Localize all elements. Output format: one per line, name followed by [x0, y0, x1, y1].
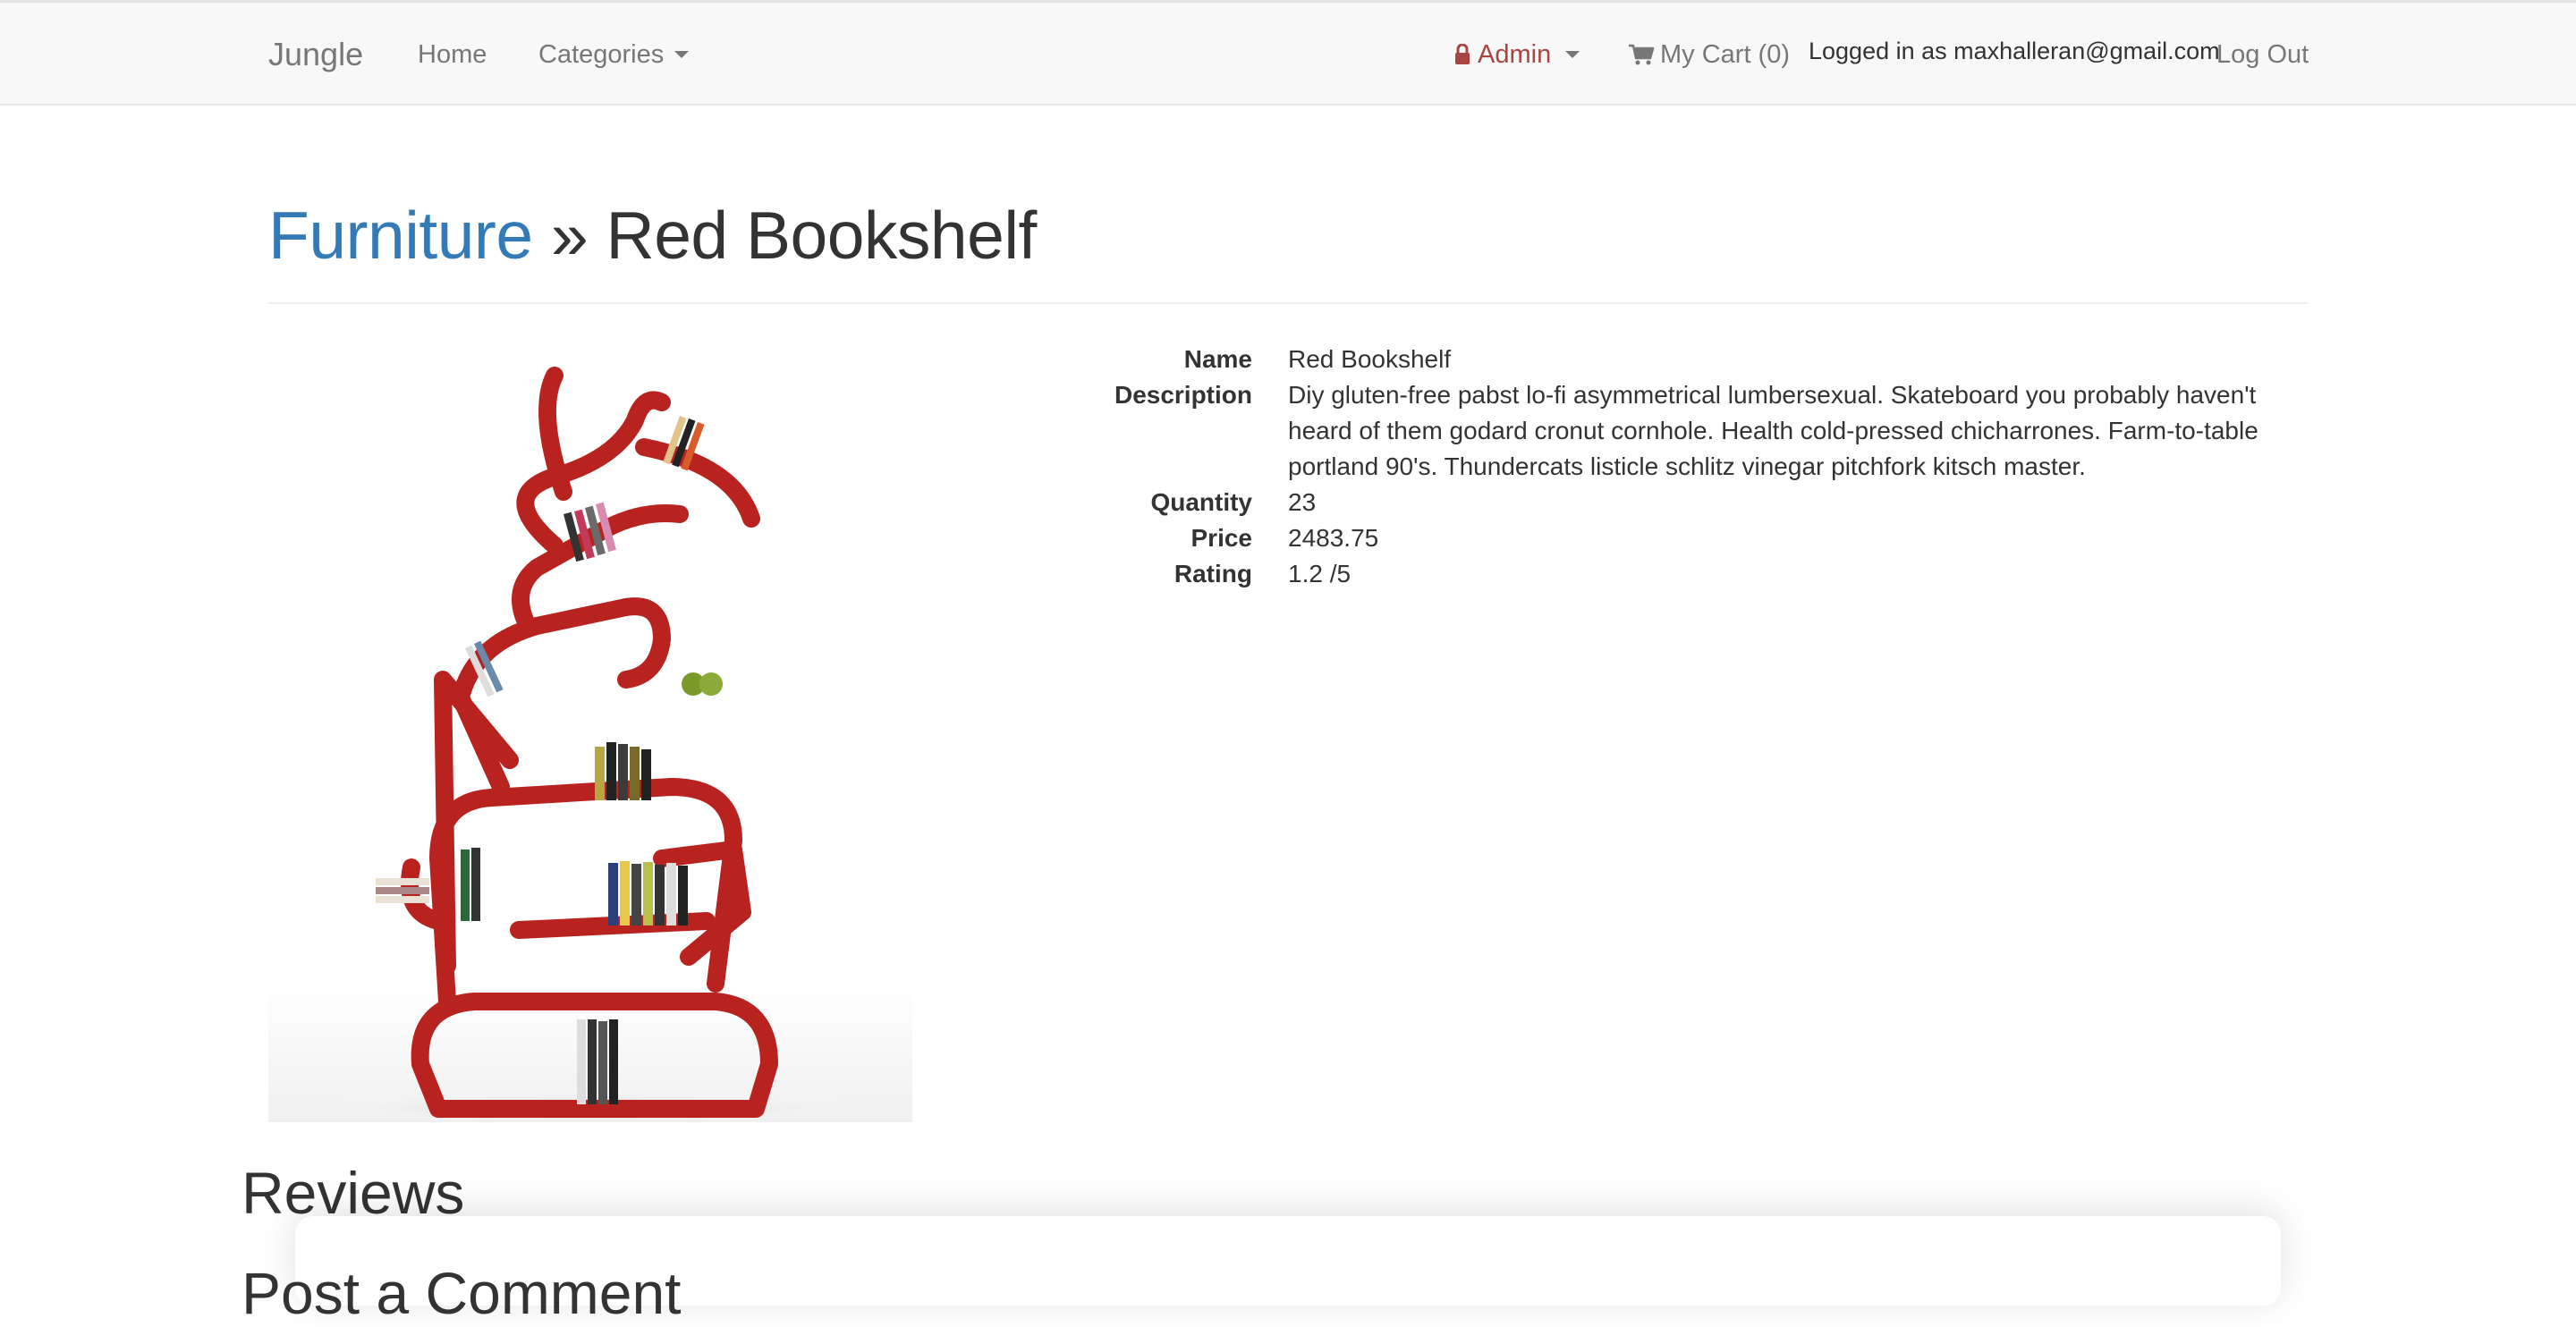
quantity-label: Quantity [1150, 488, 1252, 516]
product-image [268, 340, 912, 1122]
nav-cart-label: My Cart (0) [1660, 39, 1790, 69]
product-details: Name Red Bookshelf Description Diy glute… [1073, 342, 2317, 592]
breadcrumb-category-link[interactable]: Furniture [268, 198, 533, 273]
breadcrumb-separator: » [550, 198, 589, 273]
quantity-value: 23 [1288, 488, 1317, 516]
nav-home-link[interactable]: Home [418, 3, 487, 106]
detail-row-quantity: Quantity 23 [1073, 485, 2317, 520]
detail-row-price: Price 2483.75 [1073, 520, 2317, 556]
name-label: Name [1183, 345, 1252, 373]
navbar: Jungle Home Categories Admin My Cart (0)… [0, 0, 2576, 106]
caret-down-icon [674, 51, 690, 58]
page-header: Furniture » Red Bookshelf [268, 188, 2308, 304]
rating-value: 1.2 /5 [1288, 560, 1352, 587]
post-comment-heading: Post a Comment [242, 1260, 682, 1326]
bookshelf-image [304, 367, 877, 1122]
nav-admin-label: Admin [1478, 39, 1552, 69]
page-title: Furniture » Red Bookshelf [268, 197, 1037, 274]
detail-row-description: Description Diy gluten-free pabst lo-fi … [1073, 377, 2317, 485]
logged-in-text: Logged in as maxhalleran@gmail.com [1809, 37, 2220, 64]
price-label: Price [1191, 524, 1253, 552]
nav-categories-label: Categories [538, 39, 665, 69]
lock-icon [1455, 44, 1470, 64]
cart-icon [1629, 44, 1655, 65]
nav-admin-dropdown[interactable]: Admin [1454, 3, 1580, 106]
nav-cart-link[interactable]: My Cart (0) [1628, 3, 1790, 106]
detail-row-name: Name Red Bookshelf [1073, 342, 2317, 377]
description-label: Description [1114, 381, 1252, 409]
detail-row-rating: Rating 1.2 /5 [1073, 556, 2317, 592]
price-value: 2483.75 [1288, 524, 1379, 552]
brand-link[interactable]: Jungle [268, 3, 363, 106]
caret-down-icon [1565, 51, 1580, 58]
logout-link[interactable]: Log Out [2216, 3, 2309, 106]
description-value: Diy gluten-free pabst lo-fi asymmetrical… [1288, 381, 2258, 480]
rating-label: Rating [1174, 560, 1252, 587]
name-value: Red Bookshelf [1288, 345, 1452, 373]
nav-categories-dropdown[interactable]: Categories [538, 3, 690, 106]
breadcrumb-product: Red Bookshelf [606, 198, 1038, 273]
